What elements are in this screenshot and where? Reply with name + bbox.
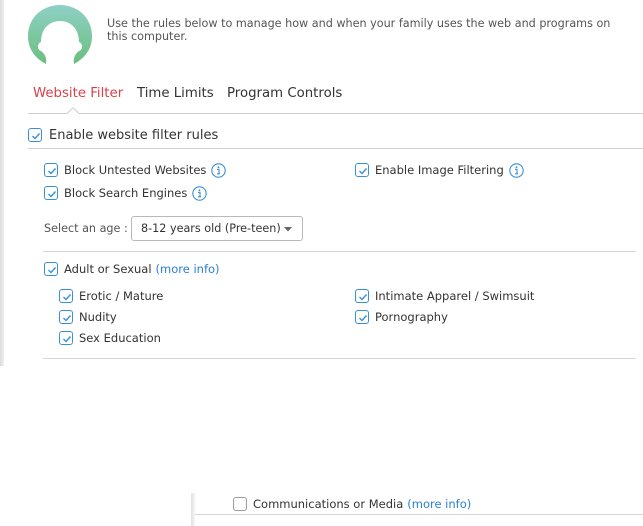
subcategory-checkbox[interactable] [59, 289, 73, 303]
communications-more-info-link[interactable]: (more info) [407, 497, 471, 511]
subcategory-label: Intimate Apparel / Swimsuit [375, 289, 535, 303]
block-search-label: Block Search Engines [64, 186, 188, 200]
option-image-filtering[interactable]: Enable Image Filtering [355, 161, 524, 179]
tab-website-filter[interactable]: Website Filter [33, 86, 123, 101]
subcategory-label: Nudity [79, 310, 117, 324]
chevron-down-icon [284, 227, 292, 232]
intro-description: Use the rules below to manage how and wh… [107, 17, 611, 43]
category-adult-sexual[interactable]: Adult or Sexual (more info) [44, 260, 220, 278]
active-tab-caret-icon [67, 107, 79, 114]
adult-category-label: Adult or Sexual [64, 262, 152, 276]
subcategory-label: Sex Education [79, 331, 161, 345]
subcategory-checkbox[interactable] [355, 289, 369, 303]
enable-filter-checkbox[interactable] [28, 128, 42, 142]
info-icon[interactable] [211, 162, 227, 178]
section-divider [28, 148, 643, 149]
window-edge-shadow [0, 0, 4, 366]
subcategory-erotic-mature[interactable]: Erotic / Mature [59, 287, 163, 305]
tab-program-controls[interactable]: Program Controls [227, 86, 342, 101]
info-icon[interactable] [509, 162, 524, 178]
tab-time-limits[interactable]: Time Limits [137, 86, 214, 101]
checkmark-icon [359, 315, 368, 322]
age-dropdown[interactable]: 8-12 years old (Pre-teen) [131, 216, 303, 241]
panel-edge-shadow [191, 493, 195, 526]
option-block-search-engines[interactable]: Block Search Engines [44, 184, 208, 202]
age-select-label: Select an age : [44, 222, 128, 235]
enable-filter-label: Enable website filter rules [49, 127, 219, 143]
communications-category-checkbox[interactable] [233, 497, 247, 511]
category-communications-media[interactable]: Communications or Media (more info) [233, 495, 471, 513]
enable-website-filter-row[interactable]: Enable website filter rules [28, 126, 218, 144]
checkmark-icon [48, 267, 57, 274]
subcategory-nudity[interactable]: Nudity [59, 308, 117, 326]
info-icon[interactable] [192, 185, 208, 201]
subcategory-label: Erotic / Mature [79, 289, 164, 303]
checkmark-icon [63, 336, 72, 343]
block-untested-checkbox[interactable] [44, 163, 58, 177]
subcategory-pornography[interactable]: Pornography [355, 308, 448, 326]
checkmark-icon [63, 294, 72, 301]
section-divider [43, 251, 636, 252]
subcategory-checkbox[interactable] [355, 310, 369, 324]
block-untested-label: Block Untested Websites [64, 163, 207, 177]
checkmark-icon [359, 168, 368, 175]
block-search-checkbox[interactable] [44, 186, 58, 200]
subcategory-checkbox[interactable] [59, 310, 73, 324]
section-divider [195, 514, 643, 515]
subcategory-intimate-apparel[interactable]: Intimate Apparel / Swimsuit [355, 287, 534, 305]
section-divider [43, 358, 636, 359]
image-filtering-checkbox[interactable] [355, 163, 369, 177]
subcategory-sex-education[interactable]: Sex Education [59, 329, 161, 347]
checkmark-icon [32, 133, 41, 140]
checkmark-icon [48, 168, 57, 175]
tab-divider [28, 113, 643, 114]
option-block-untested[interactable]: Block Untested Websites [44, 161, 227, 179]
checkmark-icon [359, 294, 368, 301]
checkmark-icon [63, 315, 72, 322]
subcategory-label: Pornography [375, 310, 448, 324]
image-filtering-label: Enable Image Filtering [375, 163, 504, 177]
adult-category-checkbox[interactable] [44, 262, 58, 276]
subcategory-checkbox[interactable] [59, 331, 73, 345]
adult-more-info-link[interactable]: (more info) [156, 262, 220, 276]
age-dropdown-value: 8-12 years old (Pre-teen) [141, 222, 281, 235]
communications-category-label: Communications or Media [253, 497, 404, 511]
checkmark-icon [48, 191, 57, 198]
user-silhouette-icon [28, 5, 92, 64]
